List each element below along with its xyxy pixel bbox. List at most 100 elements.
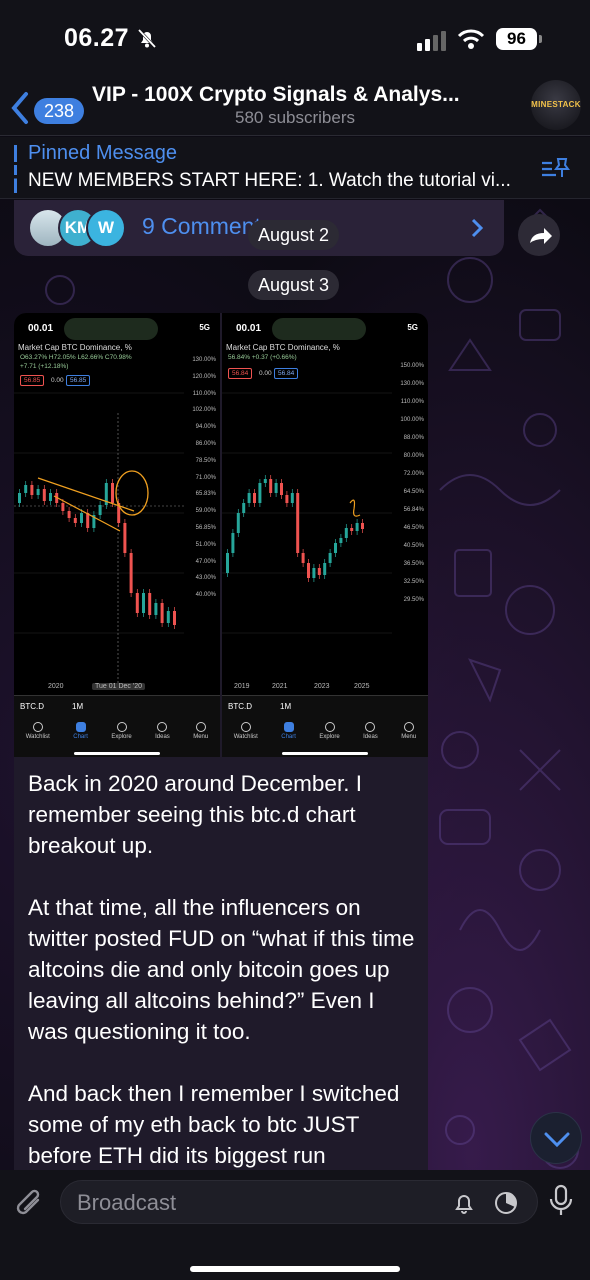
- candle: [361, 523, 364, 529]
- candle: [36, 489, 40, 495]
- tab-ideas[interactable]: Ideas: [155, 722, 170, 740]
- candle: [160, 603, 164, 623]
- timeframe-label[interactable]: 1M: [280, 702, 291, 711]
- chart-screenshot-left[interactable]: 00.01 5G Market Cap BTC Dominance, % O63…: [14, 313, 220, 757]
- price-axis-label: 29.50%: [403, 597, 424, 603]
- tab-explore[interactable]: Explore: [319, 722, 340, 740]
- candle: [290, 493, 294, 503]
- candle: [328, 553, 332, 563]
- price-axis: 150.00% 130.00% 110.00% 100.00% 88.00% 80.00%…: [390, 363, 424, 615]
- time-axis: 2020 Tue 01 Dec '20: [14, 683, 220, 695]
- crosshair-date: Tue 01 Dec '20: [92, 683, 145, 690]
- tab-watchlist[interactable]: Watchlist: [234, 722, 258, 740]
- price-axis-label: 130.00%: [400, 381, 424, 387]
- price-axis-label: 150.00%: [400, 363, 424, 369]
- candle: [334, 543, 337, 553]
- candle: [24, 485, 28, 493]
- candle: [307, 563, 310, 578]
- broadcast-input[interactable]: Broadcast: [60, 1180, 538, 1224]
- phone-status-bar: 00.01 5G: [222, 317, 428, 340]
- candle: [285, 495, 289, 503]
- tab-chart[interactable]: Chart: [73, 722, 88, 740]
- pinned-title: Pinned Message: [28, 142, 177, 164]
- price-axis-label: 120.00%: [192, 373, 216, 380]
- chevron-right-icon: [471, 218, 484, 238]
- home-indicator: [190, 1266, 400, 1272]
- price-axis-label: 40.00%: [195, 592, 216, 599]
- candle: [226, 553, 229, 573]
- tab-explore[interactable]: Explore: [111, 722, 132, 740]
- candle: [166, 611, 170, 623]
- tab-menu[interactable]: Menu: [193, 722, 208, 740]
- tradingview-bottom-bar: BTC.D 1M Watchlist Chart Explore Ideas M…: [222, 695, 428, 757]
- chat-header: 238 VIP - 100X Crypto Signals & Analys..…: [0, 80, 590, 136]
- price-axis-label: 64.50%: [403, 489, 424, 495]
- unread-count-badge: 238: [34, 98, 85, 124]
- candle: [350, 528, 354, 531]
- candle: [312, 568, 316, 578]
- price-axis-label: 100.00%: [400, 417, 424, 423]
- wifi-icon: [457, 29, 485, 49]
- tab-chart[interactable]: Chart: [281, 722, 296, 740]
- candle: [253, 493, 256, 503]
- candle: [263, 479, 267, 483]
- symbol-label[interactable]: BTC.D: [228, 702, 252, 711]
- notification-bell-icon[interactable]: [451, 1190, 477, 1216]
- symbol-label[interactable]: BTC.D: [20, 702, 44, 711]
- chevron-left-icon: [11, 92, 28, 124]
- candle: [86, 513, 90, 528]
- price-axis: 130.00% 120.00% 110.00% 102.00% 94.00% 86.00%…: [182, 357, 216, 609]
- price-axis-labels: 150.00% 130.00% 110.00% 100.00% 88.00% 80.00%…: [390, 363, 424, 615]
- message-bubble[interactable]: 00.01 5G Market Cap BTC Dominance, % O63…: [14, 313, 428, 1183]
- candle: [339, 538, 343, 543]
- pinned-list-icon[interactable]: [540, 157, 570, 181]
- chart-screenshot-right[interactable]: 00.01 5G Market Cap BTC Dominance, % 56.…: [222, 313, 428, 757]
- timeframe-label[interactable]: 1M: [72, 702, 83, 711]
- candle: [301, 553, 305, 563]
- message-paragraph: At that time, all the influencers on twi…: [28, 895, 415, 1044]
- dynamic-island: [64, 318, 158, 340]
- share-button[interactable]: [518, 214, 560, 256]
- price-axis-label: 56.84%: [403, 507, 424, 513]
- price-axis-labels: 130.00% 120.00% 110.00% 102.00% 94.00% 86.00%…: [182, 357, 216, 609]
- candle: [111, 483, 114, 503]
- candle: [123, 523, 127, 553]
- candle: [18, 493, 21, 503]
- time-label: 2019: [234, 683, 250, 690]
- tab-menu[interactable]: Menu: [401, 722, 416, 740]
- paperclip-icon[interactable]: [14, 1186, 46, 1222]
- subscriber-count: 580 subscribers: [234, 108, 355, 127]
- home-indicator: [282, 752, 368, 755]
- status-time: 06.27: [64, 24, 130, 52]
- status-bar: 06.27 96: [0, 0, 590, 80]
- time-label: 2021: [272, 683, 288, 690]
- time-label: 2020: [48, 683, 64, 690]
- phone-network: 5G: [407, 323, 418, 332]
- cellular-signal-icon: [417, 31, 446, 51]
- channel-avatar[interactable]: MINESTACK: [531, 80, 581, 130]
- candle: [98, 505, 102, 515]
- chart-header: Market Cap BTC Dominance, %: [18, 343, 132, 352]
- timer-icon[interactable]: [493, 1190, 519, 1216]
- price-axis-label: 47.00%: [195, 558, 216, 565]
- tab-ideas[interactable]: Ideas: [363, 722, 378, 740]
- pinned-message-bar[interactable]: Pinned Message NEW MEMBERS START HERE: 1…: [0, 137, 590, 199]
- candle: [42, 489, 46, 501]
- home-indicator: [74, 752, 160, 755]
- back-button[interactable]: 238: [10, 86, 90, 126]
- microphone-icon[interactable]: [548, 1184, 574, 1218]
- message-paragraph: And back then I remember I switched some…: [28, 1081, 400, 1168]
- phone-time: 00.01: [236, 323, 262, 334]
- candle: [258, 483, 262, 503]
- tab-watchlist[interactable]: Watchlist: [26, 722, 50, 740]
- price-axis-label: 43.00%: [195, 575, 216, 582]
- candle: [148, 593, 152, 615]
- channel-title[interactable]: VIP - 100X Crypto Signals & Analys...: [92, 83, 512, 107]
- scroll-to-bottom-button[interactable]: [530, 1112, 582, 1164]
- candle: [296, 493, 300, 553]
- price-axis-label: 78.50%: [195, 457, 216, 464]
- bell-slash-icon: [137, 28, 157, 49]
- candle: [49, 493, 52, 501]
- price-axis-label: 94.00%: [195, 424, 216, 431]
- input-placeholder: Broadcast: [77, 1190, 177, 1215]
